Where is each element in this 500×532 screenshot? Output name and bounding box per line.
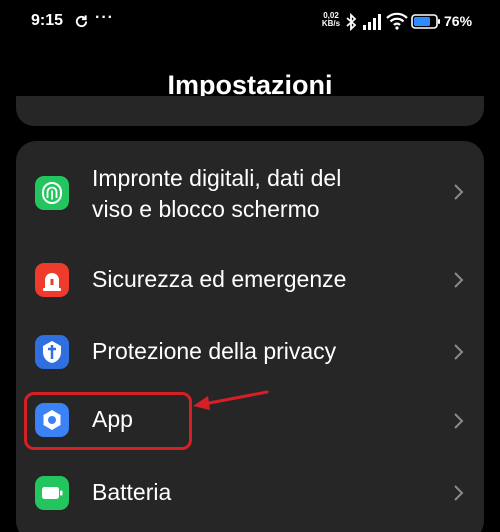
status-time: 9:15 (31, 12, 64, 29)
sync-icon (75, 15, 88, 28)
settings-item-privacy[interactable]: Protezione della privacy (16, 318, 484, 390)
settings-item-label-line2: viso e blocco schermo (92, 196, 320, 222)
privacy-icon (35, 335, 69, 369)
settings-item-battery[interactable]: Batteria (16, 462, 484, 532)
settings-item-label: Sicurezza ed emergenze (92, 266, 347, 292)
signal-icon (363, 14, 381, 30)
settings-item-fingerprint[interactable]: Impronte digitali, dati del viso e blocc… (16, 141, 484, 246)
chevron-right-icon (454, 413, 464, 429)
network-speed: 0,02 KB/s (320, 12, 342, 28)
battery-icon (411, 14, 440, 29)
settings-card: Impronte digitali, dati del viso e blocc… (16, 141, 484, 532)
chevron-right-icon (454, 344, 464, 360)
chevron-right-icon (454, 272, 464, 288)
settings-item-label: Batteria (92, 479, 172, 505)
annotation-arrow-icon (193, 390, 269, 410)
bluetooth-icon (346, 13, 357, 31)
annotation-highlight-box (24, 392, 192, 450)
wifi-icon (386, 12, 408, 30)
overflow-dots: ··· (95, 9, 114, 26)
settings-item-label: Impronte digitali, dati del (92, 165, 342, 191)
emergency-icon (35, 263, 69, 297)
status-bar: 9:15 ··· 0,02 KB/s 76% (0, 0, 500, 44)
battery-percent: 76% (444, 13, 473, 29)
settings-card-previous (16, 96, 484, 126)
settings-item-security[interactable]: Sicurezza ed emergenze (16, 246, 484, 318)
network-speed-unit: KB/s (321, 19, 341, 28)
chevron-right-icon (454, 184, 464, 200)
fingerprint-icon (35, 176, 69, 210)
settings-item-label: Protezione della privacy (92, 338, 337, 364)
chevron-right-icon (454, 485, 464, 501)
battery-settings-icon (35, 476, 69, 510)
